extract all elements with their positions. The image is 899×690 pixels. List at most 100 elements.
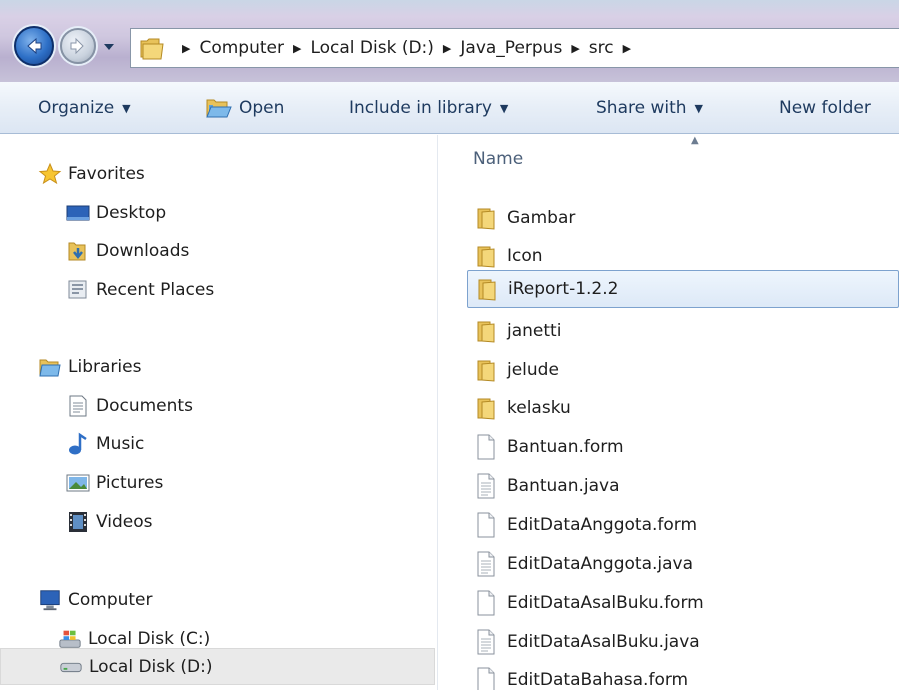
- forward-button[interactable]: [60, 28, 96, 64]
- file-icon: [475, 590, 497, 616]
- breadcrumb-computer[interactable]: Computer: [199, 38, 284, 58]
- chevron-down-icon: ▼: [122, 101, 131, 115]
- nav-local-disk-d[interactable]: Local Disk (D:): [0, 648, 435, 685]
- libraries-icon: [38, 355, 62, 379]
- nav-computer-label: Computer: [68, 590, 153, 610]
- item-name: EditDataAnggota.java: [507, 553, 694, 574]
- file-icon: [475, 667, 497, 690]
- nav-pictures-label: Pictures: [96, 473, 164, 493]
- address-bar-area: ▶ Computer ▶ Local Disk (D:) ▶ Java_Perp…: [0, 0, 899, 82]
- breadcrumb-separator-icon[interactable]: ▶: [293, 42, 301, 55]
- nav-videos-label: Videos: [96, 512, 153, 532]
- nav-desktop[interactable]: Desktop: [66, 198, 166, 228]
- documents-icon: [66, 394, 90, 418]
- list-item[interactable]: Bantuan.form: [467, 429, 624, 464]
- nav-downloads-label: Downloads: [96, 241, 190, 261]
- music-icon: [66, 432, 90, 456]
- list-item-hovered[interactable]: iReport-1.2.2: [467, 270, 899, 308]
- navigation-pane: Favorites Desktop Downloads Recent Place…: [0, 135, 438, 690]
- list-item[interactable]: EditDataBahasa.form: [467, 662, 688, 690]
- list-item[interactable]: EditDataAnggota.form: [467, 507, 697, 542]
- breadcrumb-src[interactable]: src: [589, 38, 614, 58]
- open-label: Open: [239, 98, 285, 118]
- folder-icon: [475, 205, 497, 231]
- nav-libraries-label: Libraries: [68, 357, 142, 377]
- item-name: EditDataAsalBuku.java: [507, 631, 700, 652]
- breadcrumb-java-perpus[interactable]: Java_Perpus: [460, 38, 562, 58]
- breadcrumb-local-disk-d[interactable]: Local Disk (D:): [310, 38, 433, 58]
- text-file-icon: [475, 473, 497, 499]
- videos-icon: [66, 510, 90, 534]
- address-bar[interactable]: ▶ Computer ▶ Local Disk (D:) ▶ Java_Perp…: [130, 28, 899, 68]
- breadcrumb-separator-icon[interactable]: ▶: [182, 42, 190, 55]
- nav-music-label: Music: [96, 434, 145, 454]
- nav-libraries[interactable]: Libraries: [38, 352, 141, 382]
- nav-pictures[interactable]: Pictures: [66, 468, 163, 498]
- file-icon: [475, 512, 497, 538]
- nav-music[interactable]: Music: [66, 429, 144, 459]
- computer-icon: [38, 588, 62, 612]
- nav-local-disk-c-label: Local Disk (C:): [88, 629, 211, 649]
- desktop-icon: [66, 201, 90, 225]
- new-folder-button[interactable]: New folder: [779, 95, 871, 121]
- nav-documents-label: Documents: [96, 396, 193, 416]
- item-name: kelasku: [507, 397, 571, 418]
- breadcrumb-separator-icon[interactable]: ▶: [623, 42, 631, 55]
- downloads-folder-icon: [66, 239, 90, 263]
- include-in-library-button[interactable]: Include in library ▼: [349, 95, 508, 121]
- share-with-label: Share with: [596, 98, 687, 118]
- command-bar: Organize ▼ Open Include in library ▼ Sha…: [0, 82, 899, 134]
- nav-favorites[interactable]: Favorites: [38, 159, 145, 189]
- pictures-icon: [66, 471, 90, 495]
- nav-computer[interactable]: Computer: [38, 585, 153, 615]
- text-file-icon: [475, 551, 497, 577]
- list-item[interactable]: jelude: [467, 352, 559, 387]
- share-with-button[interactable]: Share with ▼: [596, 95, 703, 121]
- arrow-left-icon: [27, 37, 42, 55]
- list-item[interactable]: EditDataAsalBuku.form: [467, 585, 704, 620]
- back-button[interactable]: [14, 26, 54, 66]
- list-item[interactable]: EditDataAsalBuku.java: [467, 624, 700, 659]
- breadcrumb-separator-icon[interactable]: ▶: [571, 42, 579, 55]
- open-folder-icon: [206, 99, 232, 118]
- folder-icon: [475, 243, 497, 269]
- item-name: Bantuan.java: [507, 475, 620, 496]
- nav-local-disk-d-label: Local Disk (D:): [89, 656, 213, 677]
- sort-ascending-icon: ▲: [691, 135, 699, 146]
- folder-icon: [475, 318, 497, 344]
- recent-pages-dropdown[interactable]: [100, 38, 118, 56]
- chevron-down-icon: ▼: [694, 101, 703, 115]
- list-item[interactable]: kelasku: [467, 390, 571, 425]
- include-in-library-label: Include in library: [349, 98, 492, 118]
- folder-icon: [476, 276, 498, 302]
- list-item[interactable]: Icon: [467, 238, 543, 273]
- nav-documents[interactable]: Documents: [66, 391, 193, 421]
- item-name: EditDataBahasa.form: [507, 669, 689, 690]
- item-name: Icon: [507, 245, 543, 266]
- item-name: EditDataAsalBuku.form: [507, 592, 704, 613]
- drive-icon: [59, 655, 83, 679]
- list-item[interactable]: Bantuan.java: [467, 468, 620, 503]
- list-item[interactable]: janetti: [467, 313, 561, 348]
- nav-recent-places[interactable]: Recent Places: [66, 275, 214, 305]
- item-name: EditDataAnggota.form: [507, 514, 698, 535]
- organize-label: Organize: [38, 98, 115, 118]
- star-icon: [38, 162, 62, 186]
- chevron-down-icon: [104, 44, 114, 50]
- list-item[interactable]: EditDataAnggota.java: [467, 546, 693, 581]
- breadcrumb-separator-icon[interactable]: ▶: [443, 42, 451, 55]
- chevron-down-icon: ▼: [499, 101, 509, 115]
- file-icon: [475, 434, 497, 460]
- organize-button[interactable]: Organize ▼: [38, 95, 131, 121]
- item-name: iReport-1.2.2: [508, 279, 619, 299]
- new-folder-label: New folder: [779, 98, 871, 118]
- open-button[interactable]: Open: [205, 95, 284, 121]
- item-name: jelude: [507, 359, 559, 380]
- nav-downloads[interactable]: Downloads: [66, 236, 189, 266]
- recent-places-icon: [66, 278, 90, 302]
- nav-videos[interactable]: Videos: [66, 507, 153, 537]
- text-file-icon: [475, 629, 497, 655]
- arrow-right-icon: [70, 37, 84, 55]
- list-item[interactable]: Gambar: [467, 200, 575, 235]
- column-header-name[interactable]: Name: [473, 149, 523, 169]
